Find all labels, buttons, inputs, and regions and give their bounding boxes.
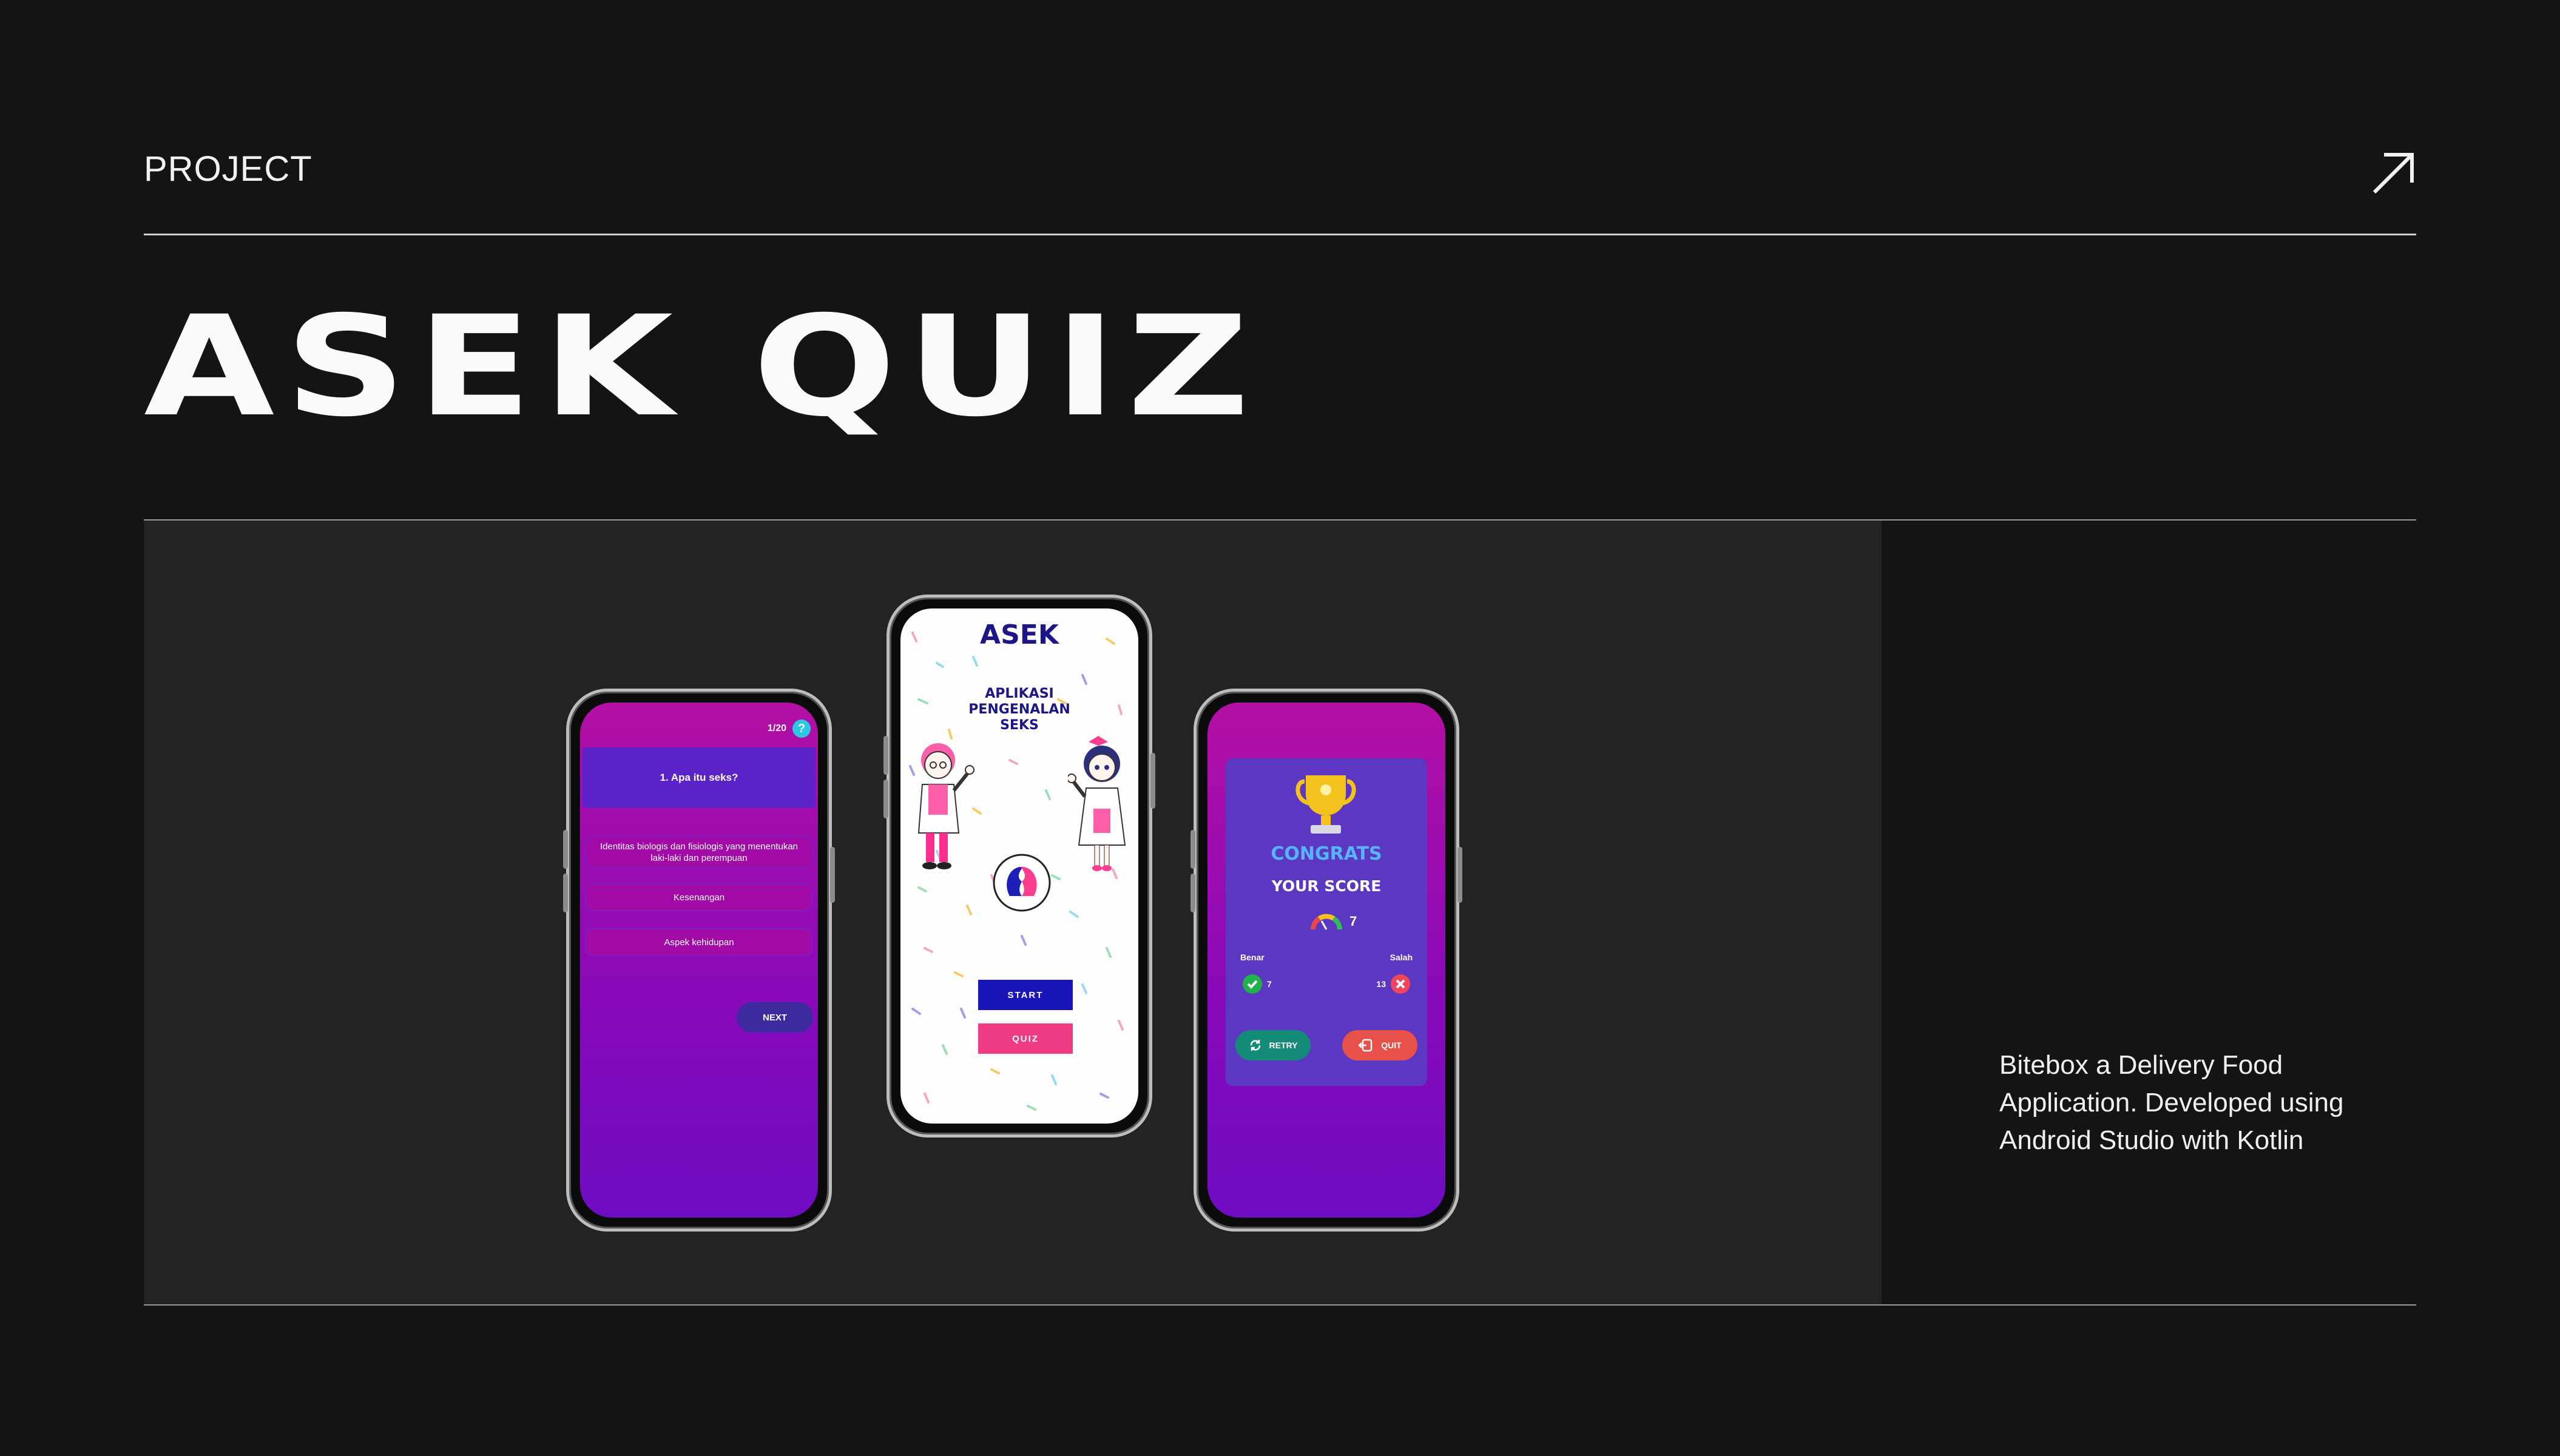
subtitle-line: PENGENALAN bbox=[968, 702, 1070, 717]
phone-result-screen: CONGRATS YOUR SCORE 7 Benar Salah 7 13 R… bbox=[1191, 689, 1462, 1232]
retry-button[interactable]: RETRY bbox=[1235, 1030, 1311, 1060]
answer-option[interactable]: Kesenangan bbox=[585, 883, 813, 911]
question-counter: 1/20 bbox=[767, 723, 786, 733]
subtitle-line: APLIKASI bbox=[985, 686, 1054, 701]
app-name: ASEK bbox=[980, 619, 1059, 650]
boy-doctor-illustration bbox=[917, 743, 974, 869]
your-score-label: YOUR SCORE bbox=[1271, 877, 1382, 895]
girl-doctor-illustration bbox=[1068, 736, 1126, 871]
correct-label: Benar bbox=[1240, 952, 1265, 962]
refresh-icon bbox=[1250, 1040, 1260, 1051]
correct-count: 7 bbox=[1267, 979, 1272, 989]
start-button[interactable]: START bbox=[978, 980, 1073, 1010]
answer-option[interactable]: Aspek kehidupan bbox=[585, 928, 813, 956]
project-title: ASEK QUIZ bbox=[144, 286, 1260, 447]
score-gauge-icon bbox=[1311, 914, 1342, 930]
result-screen: CONGRATS YOUR SCORE 7 Benar Salah 7 13 R… bbox=[1207, 703, 1445, 1218]
help-icon[interactable]: ? bbox=[792, 720, 811, 738]
wrong-count: 13 bbox=[1376, 979, 1386, 989]
quiz-button[interactable]: QUIZ bbox=[978, 1023, 1073, 1054]
quit-label: QUIT bbox=[1381, 1040, 1402, 1050]
retry-label: RETRY bbox=[1269, 1040, 1298, 1050]
next-button[interactable]: NEXT bbox=[737, 1002, 813, 1033]
quit-button[interactable]: QUIT bbox=[1342, 1030, 1417, 1060]
wrong-label: Salah bbox=[1390, 952, 1413, 962]
answer-option[interactable]: Identitas biologis dan fisiologis yang m… bbox=[585, 836, 813, 869]
exit-icon bbox=[1358, 1039, 1373, 1052]
phone-home-screen: ASEK APLIKASI PENGENALAN SEKS START QUIZ bbox=[883, 595, 1155, 1138]
result-card: CONGRATS YOUR SCORE 7 Benar Salah 7 13 R… bbox=[1226, 758, 1427, 1086]
quiz-screen: 1/20 ? 1. Apa itu seks? Identitas biolog… bbox=[580, 703, 818, 1218]
app-subtitle: APLIKASI PENGENALAN SEKS bbox=[900, 686, 1138, 733]
top-divider bbox=[144, 234, 2416, 235]
arrow-up-right-icon[interactable] bbox=[2369, 149, 2417, 196]
score-value: 7 bbox=[1349, 914, 1357, 929]
project-description: Bitebox a Delivery Food Application. Dev… bbox=[1999, 1050, 2344, 1155]
home-screen: ASEK APLIKASI PENGENALAN SEKS START QUIZ bbox=[900, 608, 1138, 1124]
congrats-text: CONGRATS bbox=[1271, 843, 1382, 864]
question-text: 1. Apa itu seks? bbox=[583, 747, 816, 808]
check-icon bbox=[1243, 974, 1262, 994]
section-eyebrow: PROJECT bbox=[144, 149, 312, 189]
app-logo-icon bbox=[993, 854, 1051, 912]
trophy-icon bbox=[1295, 775, 1356, 834]
phone-quiz-screen: 1/20 ? 1. Apa itu seks? Identitas biolog… bbox=[563, 689, 835, 1232]
close-icon bbox=[1391, 974, 1410, 994]
bottom-divider bbox=[144, 1304, 2416, 1306]
